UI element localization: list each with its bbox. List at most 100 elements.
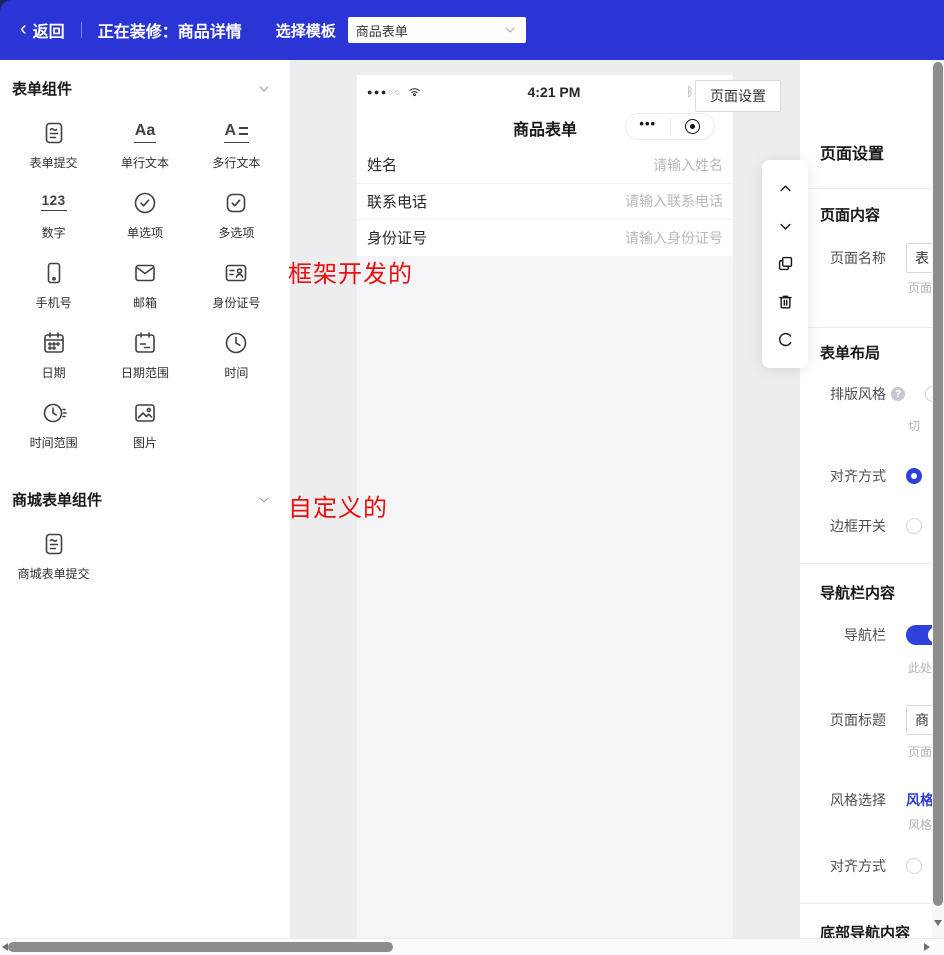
choose-template-label: 选择模板 — [275, 22, 336, 40]
component-label: 身份证号 — [212, 296, 261, 310]
mall-form-components-grid: 商城表单提交 — [0, 510, 290, 588]
component-item-mall-form-submit[interactable]: 商城表单提交 — [8, 530, 99, 582]
mini-program-capsule[interactable]: ••• — [625, 113, 715, 140]
checkbox-icon — [223, 189, 249, 216]
topbar-divider — [80, 22, 82, 38]
border-switch-control[interactable] — [906, 518, 922, 534]
back-button[interactable]: ‹ 返回 — [20, 18, 65, 42]
template-select[interactable]: 商品表单 — [347, 17, 526, 43]
app-window: ‹ 返回 正在装修：商品详情 选择模板 商品表单 表单组件 表单提交 Aa 单行… — [0, 0, 944, 955]
signal-icon: ●●● ○○ — [367, 86, 402, 97]
phone-preview[interactable]: ●●●○○ 4:21 PM ᛒ 22% 商品表单 ••• — [357, 75, 733, 938]
annotation-custom: 自定义的 — [288, 494, 388, 522]
page-title-label: 页面标题 — [830, 712, 886, 728]
radio-icon — [132, 189, 158, 216]
component-item-time[interactable]: 时间 — [191, 329, 282, 381]
form-field-row[interactable]: 联系电话 请输入联系电话 — [357, 183, 733, 220]
component-label: 单行文本 — [120, 156, 169, 170]
design-canvas: ●●●○○ 4:21 PM ᛒ 22% 商品表单 ••• — [288, 60, 808, 938]
scroll-right-arrow-icon[interactable] — [924, 943, 930, 951]
components-sidebar: 表单组件 表单提交 Aa 单行文本 A 多行文本 123 数字 单选项 多选项 … — [0, 60, 290, 938]
time-range-icon — [41, 399, 67, 426]
vertical-scrollbar[interactable] — [932, 60, 944, 938]
date-icon — [41, 329, 67, 356]
component-item-form-submit[interactable]: 表单提交 — [8, 119, 99, 171]
style-select-link[interactable]: 风格 — [906, 790, 934, 810]
status-time: 4:21 PM — [527, 83, 581, 100]
divider — [800, 903, 944, 904]
field-placeholder: 请输入联系电话 — [625, 193, 723, 210]
time-icon — [223, 329, 249, 356]
border-switch-row: 边框开关 — [800, 516, 944, 536]
component-item-time-range[interactable]: 时间范围 — [8, 399, 99, 451]
annotation-framework-developed: 框架开发的 — [288, 260, 413, 288]
delete-icon[interactable] — [775, 292, 795, 312]
component-item-date-range[interactable]: 日期范围 — [99, 329, 190, 381]
component-item-radio[interactable]: 单选项 — [99, 189, 190, 241]
page-settings-button[interactable]: 页面设置 — [695, 80, 781, 112]
phone-status-bar: ●●●○○ 4:21 PM ᛒ 22% — [357, 75, 733, 108]
page-name-row: 页面名称 — [800, 243, 944, 273]
scroll-down-arrow-icon[interactable] — [934, 920, 942, 926]
form-field-row[interactable]: 身份证号 请输入身份证号 — [357, 220, 733, 257]
align-radio-selected[interactable] — [906, 468, 922, 484]
navbar-toggle-row: 导航栏 — [800, 625, 944, 645]
refresh-icon[interactable] — [775, 329, 795, 349]
phone-page-title: 商品表单 — [512, 121, 577, 139]
section-title-page-content: 页面内容 — [820, 207, 881, 224]
divider — [800, 327, 944, 328]
chevron-down-icon[interactable] — [256, 492, 272, 508]
field-placeholder: 请输入姓名 — [653, 156, 723, 173]
chevron-down-icon — [502, 22, 518, 38]
align-label: 对齐方式 — [830, 468, 886, 484]
component-item-checkbox[interactable]: 多选项 — [191, 189, 282, 241]
component-item-single-line-text[interactable]: Aa 单行文本 — [99, 119, 190, 171]
component-action-toolbar — [762, 160, 808, 368]
style-select-helper: 风格 — [908, 818, 933, 832]
component-item-image[interactable]: 图片 — [99, 399, 190, 451]
copy-icon[interactable] — [775, 254, 795, 274]
section-title: 商城表单组件 — [12, 492, 103, 509]
multi-line-text-icon: A — [223, 119, 250, 146]
component-label: 多选项 — [218, 226, 255, 240]
move-up-icon[interactable] — [775, 179, 795, 199]
component-label: 时间 — [224, 366, 249, 380]
page-title-helper: 页面 — [908, 745, 933, 759]
horizontal-scrollbar[interactable] — [0, 938, 944, 955]
horizontal-scrollbar-thumb[interactable] — [8, 942, 393, 952]
image-icon — [132, 399, 158, 426]
help-icon[interactable]: ? — [891, 387, 905, 401]
form-submit-icon — [41, 530, 67, 557]
id-card-icon — [223, 259, 249, 286]
section-title: 表单组件 — [12, 81, 73, 98]
navbar-label: 导航栏 — [844, 627, 886, 643]
component-label: 数字 — [41, 226, 66, 240]
page-name-label: 页面名称 — [830, 250, 886, 266]
navbar-align-label: 对齐方式 — [830, 858, 886, 874]
component-item-email[interactable]: 邮箱 — [99, 259, 190, 311]
top-bar: ‹ 返回 正在装修：商品详情 选择模板 商品表单 — [0, 0, 944, 60]
component-label: 多行文本 — [212, 156, 261, 170]
field-placeholder: 请输入身份证号 — [625, 229, 723, 246]
form-components-section-header[interactable]: 表单组件 — [0, 60, 290, 99]
back-label: 返回 — [32, 24, 65, 41]
component-item-number[interactable]: 123 数字 — [8, 189, 99, 241]
style-select-row: 风格选择 风格 — [800, 790, 944, 810]
navbar-align-radio[interactable] — [906, 858, 922, 874]
vertical-scrollbar-thumb[interactable] — [933, 62, 943, 906]
move-down-icon[interactable] — [775, 216, 795, 236]
component-item-date[interactable]: 日期 — [8, 329, 99, 381]
component-label: 时间范围 — [29, 436, 78, 450]
form-field-row[interactable]: 姓名 请输入姓名 — [357, 147, 733, 184]
component-item-phone[interactable]: 手机号 — [8, 259, 99, 311]
component-label: 表单提交 — [29, 156, 78, 170]
close-target-icon[interactable] — [671, 119, 715, 134]
settings-panel: 页面设置 页面内容 页面名称 页面 表单布局 排版风格 ? 切 对齐方式 边框开… — [800, 60, 944, 942]
component-item-id-card[interactable]: 身份证号 — [191, 259, 282, 311]
email-icon — [132, 259, 158, 286]
more-icon[interactable]: ••• — [626, 117, 670, 136]
chevron-down-icon[interactable] — [256, 81, 272, 97]
component-label: 手机号 — [35, 296, 72, 310]
mall-form-components-section-header[interactable]: 商城表单组件 — [0, 471, 290, 510]
component-item-multi-line-text[interactable]: A 多行文本 — [191, 119, 282, 171]
